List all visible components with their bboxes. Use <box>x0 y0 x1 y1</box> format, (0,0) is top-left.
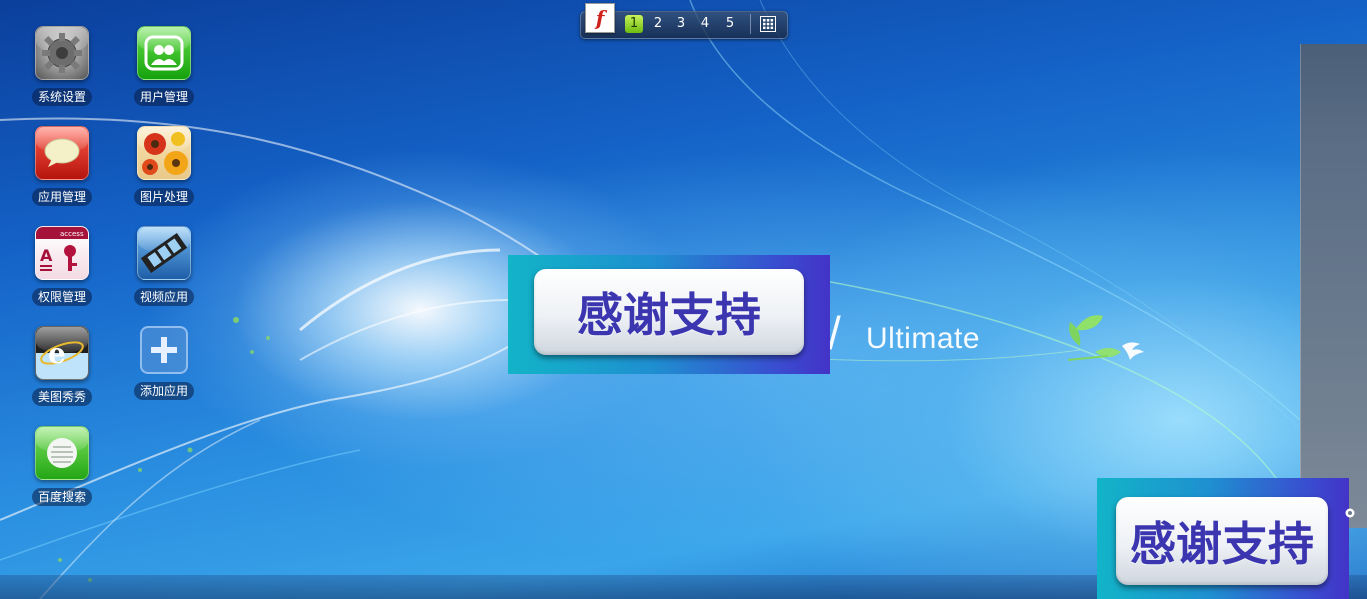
thanks-banner-corner: 感谢支持 <box>1097 478 1349 599</box>
desktop-icon-baidu-search[interactable]: 百度搜索 <box>22 426 102 510</box>
desktop-icon-add-app[interactable]: 添加应用 <box>124 326 204 410</box>
page-button-5[interactable]: 5 <box>721 15 739 33</box>
desktop-icon-label: 权限管理 <box>31 288 92 306</box>
thanks-banner-center: 感谢支持 <box>508 255 830 374</box>
search-lines-icon <box>35 426 89 480</box>
svg-text:A: A <box>40 246 53 265</box>
chat-bubble-icon <box>35 126 89 180</box>
desktop-icon-label: 应用管理 <box>31 188 92 206</box>
svg-text:e: e <box>48 337 66 370</box>
dock-divider <box>750 14 751 34</box>
gear-icon <box>35 26 89 80</box>
desktop-icon-app-management[interactable]: 应用管理 <box>22 126 102 210</box>
thanks-plate: 感谢支持 <box>534 269 804 355</box>
desktop-icon-image-processing[interactable]: 图片处理 <box>124 126 204 210</box>
access-key-icon: access A <box>35 226 89 280</box>
internet-explorer-icon: e <box>35 326 89 380</box>
flash-player-icon[interactable]: f <box>585 3 615 33</box>
page-button-4[interactable]: 4 <box>696 15 714 33</box>
desktop-icon-meitu[interactable]: e 美图秀秀 <box>22 326 102 410</box>
desktop-icon-permission-management[interactable]: access A 权限管理 <box>22 226 102 310</box>
desktop-icon-label: 美图秀秀 <box>31 388 92 406</box>
desktop-icon-label: 添加应用 <box>133 382 194 400</box>
thanks-plate: 感谢支持 <box>1116 497 1328 585</box>
page-button-3[interactable]: 3 <box>672 15 690 33</box>
grid-icon[interactable] <box>760 16 776 32</box>
desktop-icon-label: 视频应用 <box>133 288 194 306</box>
svg-text:access: access <box>60 230 84 238</box>
desktop-icon-label: 图片处理 <box>133 188 194 206</box>
users-icon <box>137 26 191 80</box>
desktop-icon-label: 系统设置 <box>31 88 92 106</box>
panel-settings-icon[interactable] <box>1344 505 1356 519</box>
desktop-icon-video-app[interactable]: 视频应用 <box>124 226 204 310</box>
right-side-panel[interactable] <box>1300 44 1367 528</box>
desktop-icon-user-management[interactable]: 用户管理 <box>124 26 204 110</box>
thanks-text: 感谢支持 <box>577 288 761 342</box>
page-button-2[interactable]: 2 <box>649 15 667 33</box>
windows-edition-text: Ultimate <box>866 322 981 355</box>
film-strip-icon <box>137 226 191 280</box>
page-button-1[interactable]: 1 <box>625 15 643 33</box>
thanks-text: 感谢支持 <box>1130 517 1314 571</box>
desktop-icon-label: 百度搜索 <box>31 488 92 506</box>
plus-icon <box>140 326 188 374</box>
desktop-icon-system-settings[interactable]: 系统设置 <box>22 26 102 110</box>
desktop: / Ultimate 系统设置 用户管理 应用管理 图片处理 access A … <box>0 0 1367 599</box>
flowers-photo-icon <box>137 126 191 180</box>
desktop-icon-label: 用户管理 <box>133 88 194 106</box>
